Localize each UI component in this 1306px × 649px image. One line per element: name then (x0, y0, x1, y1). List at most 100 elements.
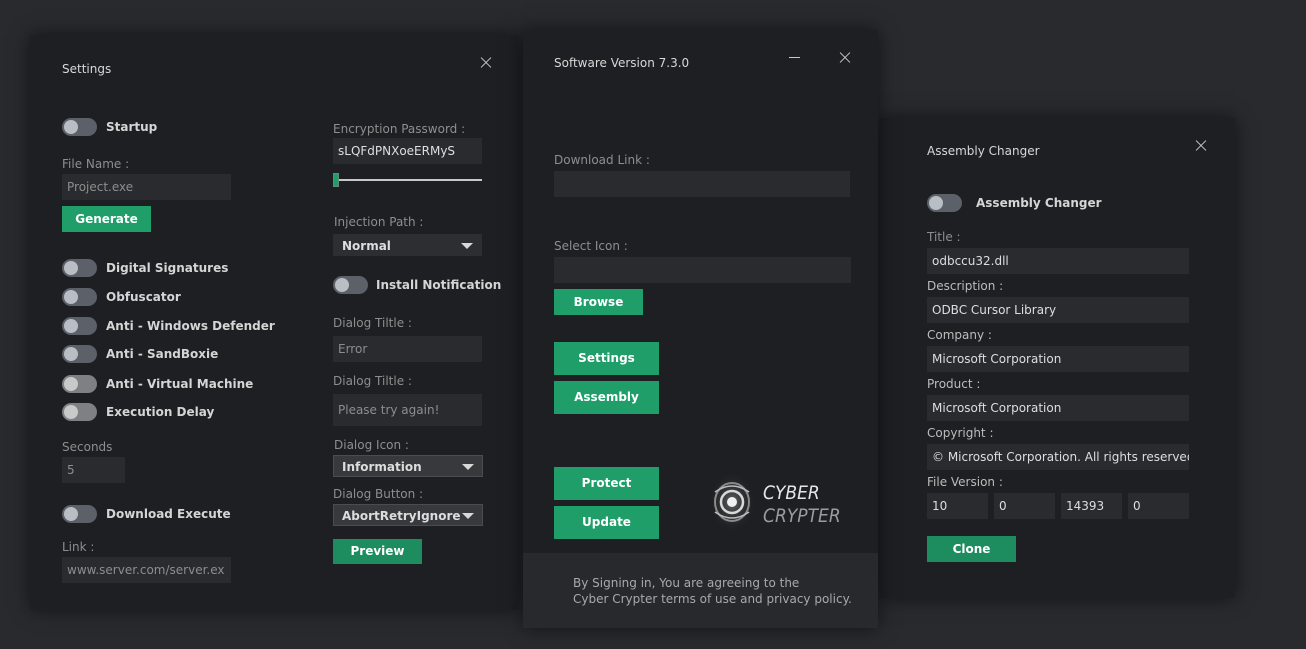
copyright-input[interactable]: © Microsoft Corporation. All rights rese… (927, 444, 1189, 470)
encryption-password-input[interactable]: sLQFdPNXoeERMyS (333, 138, 482, 164)
title-label: Title : (927, 230, 961, 244)
copyright-label: Copyright : (927, 426, 994, 440)
toggle-knob (64, 319, 78, 333)
anti-sandboxie-toggle[interactable] (62, 345, 97, 363)
company-label: Company : (927, 328, 992, 342)
cyber-crypter-logo: CYBER CRYPTER (706, 470, 856, 535)
product-input[interactable]: Microsoft Corporation (927, 395, 1189, 421)
toggle-knob (64, 290, 78, 304)
title-input[interactable]: odbccu32.dll (927, 248, 1189, 274)
file-name-label: File Name : (62, 157, 130, 171)
preview-button[interactable]: Preview (333, 539, 422, 564)
assembly-button[interactable]: Assembly (554, 381, 659, 414)
description-input[interactable]: ODBC Cursor Library (927, 297, 1189, 323)
option-label: Anti - SandBoxie (106, 347, 219, 361)
minimize-icon[interactable] (789, 57, 800, 58)
assembly-changer-toggle-row[interactable]: Assembly Changer (927, 193, 1102, 213)
toggle-knob (64, 347, 78, 361)
toggle-knob (64, 261, 78, 275)
install-notification-row[interactable]: Install Notification (333, 275, 501, 295)
chevron-down-icon (462, 464, 474, 470)
option-row[interactable]: Obfuscator (62, 287, 181, 307)
encryption-password-label: Encryption Password : (333, 122, 466, 136)
anti-virtual-machine-toggle[interactable] (62, 375, 97, 393)
dialog-title-input[interactable]: Error (333, 336, 482, 362)
startup-toggle-row[interactable]: Startup (62, 117, 157, 137)
clone-button[interactable]: Clone (927, 536, 1016, 562)
obfuscator-toggle[interactable] (62, 288, 97, 306)
option-label: Execution Delay (106, 405, 215, 419)
company-input[interactable]: Microsoft Corporation (927, 346, 1189, 372)
assembly-changer-toggle[interactable] (927, 194, 962, 212)
protect-button[interactable]: Protect (554, 467, 659, 500)
main-title: Software Version 7.3.0 (554, 56, 690, 70)
download-link-input[interactable] (554, 171, 850, 197)
download-execute-toggle[interactable] (62, 505, 97, 523)
settings-close-icon[interactable] (479, 56, 493, 70)
update-button[interactable]: Update (554, 506, 659, 539)
option-label: Anti - Windows Defender (106, 319, 275, 333)
toggle-knob (335, 278, 349, 292)
toggle-knob (64, 507, 78, 521)
toggle-knob (64, 405, 78, 419)
option-row[interactable]: Anti - Virtual Machine (62, 374, 253, 394)
download-execute-row[interactable]: Download Execute (62, 504, 231, 524)
install-notification-toggle[interactable] (333, 276, 368, 294)
link-label: Link : (62, 540, 95, 554)
dialog-text-input[interactable]: Please try again! (333, 394, 482, 426)
option-row[interactable]: Execution Delay (62, 402, 214, 422)
execution-delay-toggle[interactable] (62, 403, 97, 421)
file-version-minor-input[interactable]: 0 (994, 493, 1055, 519)
toggle-knob (929, 196, 943, 210)
file-name-input[interactable]: Project.exe (62, 174, 231, 200)
toggle-knob (64, 377, 78, 391)
file-version-major-input[interactable]: 10 (927, 493, 988, 519)
select-icon-input[interactable] (554, 257, 851, 283)
dialog-button-select[interactable]: AbortRetryIgnore (333, 504, 483, 526)
password-length-slider-thumb[interactable] (333, 173, 339, 187)
logo-word-crypter: CRYPTER (763, 505, 841, 527)
footer-line-2: Cyber Crypter terms of use and privacy p… (573, 592, 852, 606)
select-icon-label: Select Icon : (554, 239, 628, 253)
toggle-knob (64, 120, 78, 134)
dialog-button-value: AbortRetryIgnore (342, 509, 461, 523)
injection-path-label: Injection Path : (334, 215, 424, 229)
description-label: Description : (927, 279, 1004, 293)
logo-word-cyber: CYBER (763, 482, 820, 504)
option-row[interactable]: Anti - Windows Defender (62, 316, 275, 336)
generate-button[interactable]: Generate (62, 206, 151, 232)
assembly-close-icon[interactable] (1194, 139, 1208, 153)
install-notification-label: Install Notification (376, 278, 502, 292)
settings-title: Settings (62, 62, 112, 76)
assembly-changer-label: Assembly Changer (976, 196, 1102, 210)
product-label: Product : (927, 377, 981, 391)
option-label: Obfuscator (106, 290, 181, 304)
file-version-build-input[interactable]: 14393 (1061, 493, 1122, 519)
dialog-title-label: Dialog Tiltle : (333, 316, 412, 330)
dialog-icon-label: Dialog Icon : (334, 438, 409, 452)
startup-toggle[interactable] (62, 118, 97, 136)
main-close-icon[interactable] (838, 51, 852, 65)
dialog-icon-select[interactable]: Information (333, 455, 483, 477)
anti-windows-defender-toggle[interactable] (62, 317, 97, 335)
injection-path-select[interactable]: Normal (333, 234, 482, 256)
chevron-down-icon (462, 513, 474, 519)
browse-button[interactable]: Browse (554, 289, 643, 315)
seconds-input[interactable]: 5 (62, 457, 125, 483)
option-row[interactable]: Digital Signatures (62, 258, 228, 278)
file-version-label: File Version : (927, 475, 1003, 489)
assembly-changer-window: Assembly Changer Assembly Changer Title … (880, 118, 1235, 598)
file-version-revision-input[interactable]: 0 (1128, 493, 1189, 519)
assembly-title: Assembly Changer (927, 144, 1040, 158)
dialog-button-label: Dialog Button : (333, 487, 424, 501)
download-execute-label: Download Execute (106, 507, 231, 521)
option-row[interactable]: Anti - SandBoxie (62, 344, 218, 364)
link-input[interactable]: www.server.com/server.ex (62, 557, 231, 583)
settings-button[interactable]: Settings (554, 342, 659, 375)
footer-text: By Signing in, You are agreeing to the C… (573, 575, 863, 607)
password-length-slider[interactable] (336, 179, 482, 181)
settings-window: Settings Startup File Name : Project.exe… (30, 35, 518, 610)
main-footer: By Signing in, You are agreeing to the C… (523, 553, 878, 628)
digital-signatures-toggle[interactable] (62, 259, 97, 277)
main-window: Software Version 7.3.0 Download Link : S… (523, 30, 878, 628)
